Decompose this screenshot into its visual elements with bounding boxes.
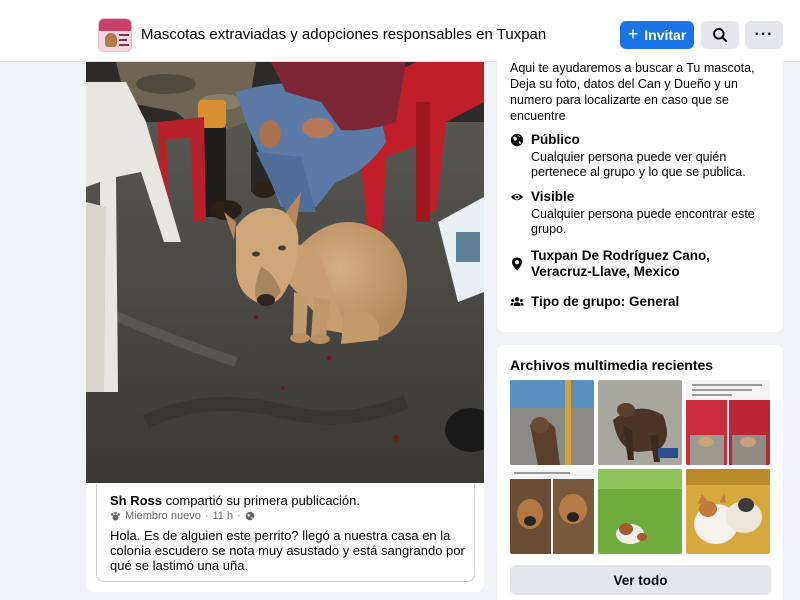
plus-icon: + — [627, 24, 639, 44]
group-type-row: Tipo de grupo: General — [510, 294, 775, 312]
invite-button-label: Invitar — [644, 27, 687, 43]
group-people-icon — [510, 297, 524, 306]
visibility-row: Visible Cualquier persona puede encontra… — [510, 189, 775, 236]
invite-button[interactable]: + Invitar — [620, 21, 694, 49]
media-thumbnail[interactable] — [686, 469, 770, 554]
media-thumbnail[interactable] — [510, 380, 594, 465]
post-author-line: Sh Ross compartió su primera publicación… — [110, 493, 360, 508]
search-icon — [713, 28, 727, 42]
post-meta: Miembro nuevo · 11 h · — [110, 510, 255, 522]
post-time[interactable]: 11 h — [213, 510, 234, 522]
more-icon: ··· — [754, 26, 774, 43]
privacy-row: Público Cualquier persona puede ver quié… — [510, 132, 775, 179]
more-options-button[interactable]: ··· — [745, 21, 783, 49]
privacy-title: Público — [531, 132, 580, 147]
post-card: Sh Ross compartió su primera publicación… — [86, 62, 484, 592]
recent-media-card: Archivos multimedia recientes Ver todo — [497, 345, 783, 600]
group-location[interactable]: Tuxpan De Rodríguez Cano, Veracruz-Llave… — [531, 248, 771, 280]
meta-separator: · — [237, 510, 241, 522]
privacy-description: Cualquier persona puede ver quién perten… — [531, 150, 746, 179]
globe-audience-icon[interactable] — [245, 511, 255, 521]
group-avatar[interactable] — [98, 18, 132, 52]
about-card: Aqui te ayudaremos a buscar a Tu mascota… — [497, 50, 783, 332]
post-text: Hola. Es de alguien este perrito? llegó … — [110, 528, 465, 573]
globe-icon — [510, 133, 524, 147]
post-author[interactable]: Sh Ross — [110, 493, 162, 508]
group-type: Tipo de grupo: General — [531, 294, 680, 309]
group-title[interactable]: Mascotas extraviadas y adopciones respon… — [141, 26, 546, 43]
eye-icon — [511, 193, 523, 201]
shared-post-box: Sh Ross compartió su primera publicación… — [96, 484, 475, 582]
meta-separator: · — [204, 510, 209, 522]
media-thumbnail[interactable] — [598, 380, 682, 465]
new-member-icon — [111, 511, 120, 520]
media-thumbnail[interactable] — [510, 469, 594, 554]
media-thumbnail[interactable] — [598, 469, 682, 554]
visibility-title: Visible — [531, 189, 575, 204]
search-button[interactable] — [701, 21, 739, 49]
see-all-button[interactable]: Ver todo — [510, 565, 771, 595]
member-badge: Miembro nuevo — [125, 510, 201, 522]
post-action: compartió su primera publicación. — [165, 493, 361, 508]
location-pin-icon — [512, 257, 522, 271]
location-row: Tuxpan De Rodríguez Cano, Veracruz-Llave… — [510, 248, 775, 282]
post-photo[interactable] — [86, 62, 484, 483]
media-thumbnail[interactable] — [686, 380, 770, 465]
visibility-description: Cualquier persona puede encontrar este g… — [531, 207, 755, 236]
recent-media-title: Archivos multimedia recientes — [510, 357, 714, 373]
about-description: Aqui te ayudaremos a buscar a Tu mascota… — [510, 61, 755, 123]
